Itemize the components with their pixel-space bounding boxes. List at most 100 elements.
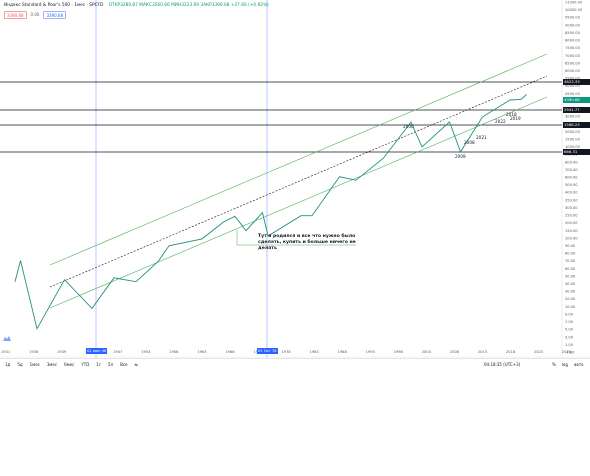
period-6m[interactable]: 6мес [64,362,74,367]
x-tick-label: 1931 [1,350,10,354]
y-tick-label: 7.00 [565,320,574,324]
year-annotation: 2019 [510,116,521,121]
y-tick-label: 6500.00 [565,61,581,65]
year-annotation: 2022 [495,119,506,124]
price-line [14,94,527,330]
y-tick-label: 150.00 [565,229,578,233]
price-buttons: 3390.68 0.00 3390.68 [4,11,66,19]
x-tick-label: 2008 [450,350,460,354]
x-tick-label: 2013 [478,350,487,354]
y-tick-label: 8500.00 [565,31,581,35]
period-1m[interactable]: 1мес [30,362,40,367]
y-tick-label: 7000.00 [565,54,581,58]
y-tick-label: 9.00 [565,312,574,316]
y-tick-label: 100.00 [565,236,578,240]
y-tick-label: 9000.00 [565,23,581,27]
period-all[interactable]: Все [120,362,127,367]
y-tick-label: 20.00 [565,297,576,301]
y-tick-label: 3.00 [565,335,574,339]
y-tick-label: 2000.00 [565,130,581,134]
y-tick-label: 60.00 [565,267,576,271]
auto-toggle[interactable]: авто [574,362,584,367]
y-tick-label: 3000.00 [565,115,581,119]
y-tick-label: 80.00 [565,252,576,256]
annotation-note[interactable]: Тут я родился и все что нужно было сдела… [258,234,363,252]
x-tick-label: 1983 [310,350,319,354]
log-toggle[interactable]: log [562,362,568,367]
year-annotation: 2008 [464,140,475,145]
y-tick-label: 1.00 [565,343,574,347]
y-tick-label: 1500.00 [565,137,581,141]
x-tick-label: 1939 [57,350,67,354]
clock-readout: 04:18:35 (UTC+3) [484,362,521,367]
trend-line-dashed [49,75,548,288]
price-line-down-overlay [14,94,527,330]
symbol-title: Индекс Standard & Poor's 500 · 1мес · SP… [4,3,104,8]
level-label-1568: 1568.23 [563,122,590,128]
y-tick-label: 4500.00 [565,92,581,96]
y-tick-label: 70.00 [565,259,576,263]
chart-window: 11000.00 10000.00 9500.00 9000.00 8500.00 800… [0,0,590,476]
chart-legend: Индекс Standard & Poor's 500 · 1мес · SP… [4,3,269,8]
period-ytd[interactable]: YTD [81,362,89,367]
bottom-toolbar: 1д 5д 1мес 3мес 6мес YTD 1г 5л Все ⇆ 04:… [0,358,590,371]
x-tick-label: 1978 [282,350,292,354]
spread-value: 0.00 [28,11,42,19]
y-tick-label: 30.00 [565,290,576,294]
y-tick-label: 11000.00 [565,1,583,5]
y-tick-label: 800.00 [565,160,578,164]
period-3m[interactable]: 3мес [47,362,57,367]
y-tick-label: 10.00 [565,305,576,309]
sell-button[interactable]: 3390.68 [4,11,27,19]
y-tick-label: 50.00 [565,274,576,278]
period-5y[interactable]: 5л [108,362,113,367]
y-tick-label: 90.00 [565,244,576,248]
tradingview-logo-icon[interactable] [3,336,11,341]
y-tick-label: 6000.00 [565,69,581,73]
y-tick-label: 8000.00 [565,39,581,43]
y-tick-label: 40.00 [565,282,576,286]
y-tick-label: 400.00 [565,191,578,195]
y-tick-label: 7500.00 [565,46,581,50]
scale-options: % log авто [552,362,584,367]
x-tick-label: 1936 [29,350,39,354]
period-selector: 1д 5д 1мес 3мес 6мес YTD 1г 5л Все ⇆ [5,362,138,367]
year-annotation: 2009 [455,154,466,159]
y-tick-label: 10000.00 [565,8,583,12]
y-tick-label: 350.00 [565,198,578,202]
x-tick-label: 1953 [141,350,150,354]
x-tick-label: 1968 [225,350,235,354]
x-tick-label: 1993 [366,350,375,354]
date-marker-label-1946: 01 июн 46 [86,348,108,354]
y-tick-label: 200.00 [565,221,578,225]
y-tick-label: 5.00 [565,328,574,332]
level-label-2941: 2941.77 [563,107,590,113]
year-annotation: 2000 [403,124,414,129]
period-1d[interactable]: 1д [5,362,10,367]
x-tick-label: 1958 [169,350,179,354]
x-tick-label: 1988 [338,350,348,354]
y-tick-label: 300.00 [565,206,578,210]
y-axis-ticks: 11000.00 10000.00 9500.00 9000.00 8500.00 800… [565,1,583,355]
period-1y[interactable]: 1г [96,362,101,367]
x-tick-label: 2003 [422,350,431,354]
x-tick-label: 2028 [562,350,572,354]
y-tick-label: 700.00 [565,168,578,172]
date-marker-label-1978: 01 Окт 78 [257,348,278,354]
year-annotation: 2021 [476,135,487,140]
y-tick-label: 250.00 [565,214,578,218]
x-tick-label: 2023 [534,350,543,354]
period-5d[interactable]: 5д [17,362,22,367]
buy-button[interactable]: 3390.68 [43,11,66,19]
x-tick-label: 1998 [394,350,404,354]
price-series [14,94,527,330]
level-label-666: 666.31 [563,149,590,155]
goto-date-icon[interactable]: ⇆ [134,362,137,367]
channel-lower-line [49,96,548,309]
x-tick-label: 2018 [506,350,516,354]
percent-toggle[interactable]: % [552,362,556,367]
x-tick-label: 1963 [197,350,206,354]
level-label-4823: 4823.33 [563,79,590,85]
x-tick-label: 1947 [113,350,122,354]
y-tick-label: 600.00 [565,176,578,180]
